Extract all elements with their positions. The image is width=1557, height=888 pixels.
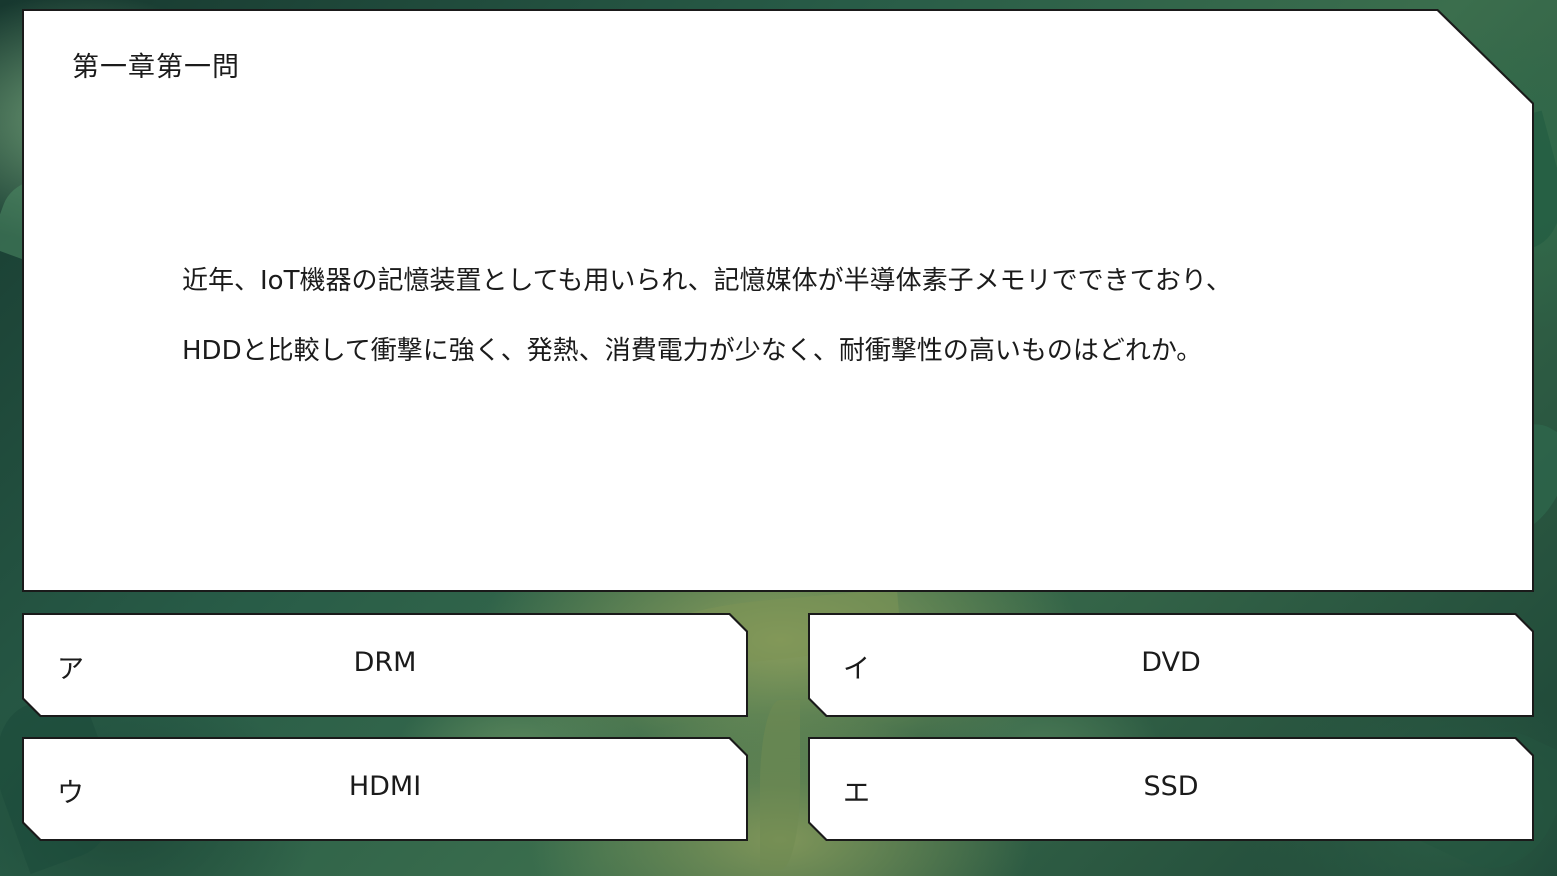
question-panel: 第一章第一問 近年、IoT機器の記憶装置としても用いられ、記憶媒体が半導体素子メ… bbox=[22, 9, 1534, 592]
answer-option-body: イ DVD bbox=[810, 615, 1532, 715]
question-text: 近年、IoT機器の記憶装置としても用いられ、記憶媒体が半導体素子メモリでできてお… bbox=[182, 246, 1382, 386]
answer-text: DVD bbox=[1141, 647, 1201, 678]
answer-option-body: ウ HDMI bbox=[24, 739, 746, 839]
answer-option-body: エ SSD bbox=[810, 739, 1532, 839]
answer-option-u[interactable]: ウ HDMI bbox=[22, 737, 748, 841]
answer-option-a[interactable]: ア DRM bbox=[22, 613, 748, 717]
answer-option-e[interactable]: エ SSD bbox=[808, 737, 1534, 841]
answer-text: SSD bbox=[1143, 771, 1199, 802]
answer-text: DRM bbox=[353, 647, 417, 678]
leaf-decoration bbox=[760, 700, 800, 870]
question-panel-body: 第一章第一問 近年、IoT機器の記憶装置としても用いられ、記憶媒体が半導体素子メ… bbox=[24, 11, 1532, 590]
answer-text: HDMI bbox=[348, 771, 422, 802]
chapter-title: 第一章第一問 bbox=[72, 52, 240, 83]
answer-option-i[interactable]: イ DVD bbox=[808, 613, 1534, 717]
answer-option-body: ア DRM bbox=[24, 615, 746, 715]
question-line: 近年、IoT機器の記憶装置としても用いられ、記憶媒体が半導体素子メモリでできてお… bbox=[182, 266, 1232, 296]
question-line: HDDと比較して衝撃に強く、発熱、消費電力が少なく、耐衝撃性の高いものはどれか。 bbox=[182, 336, 1203, 366]
